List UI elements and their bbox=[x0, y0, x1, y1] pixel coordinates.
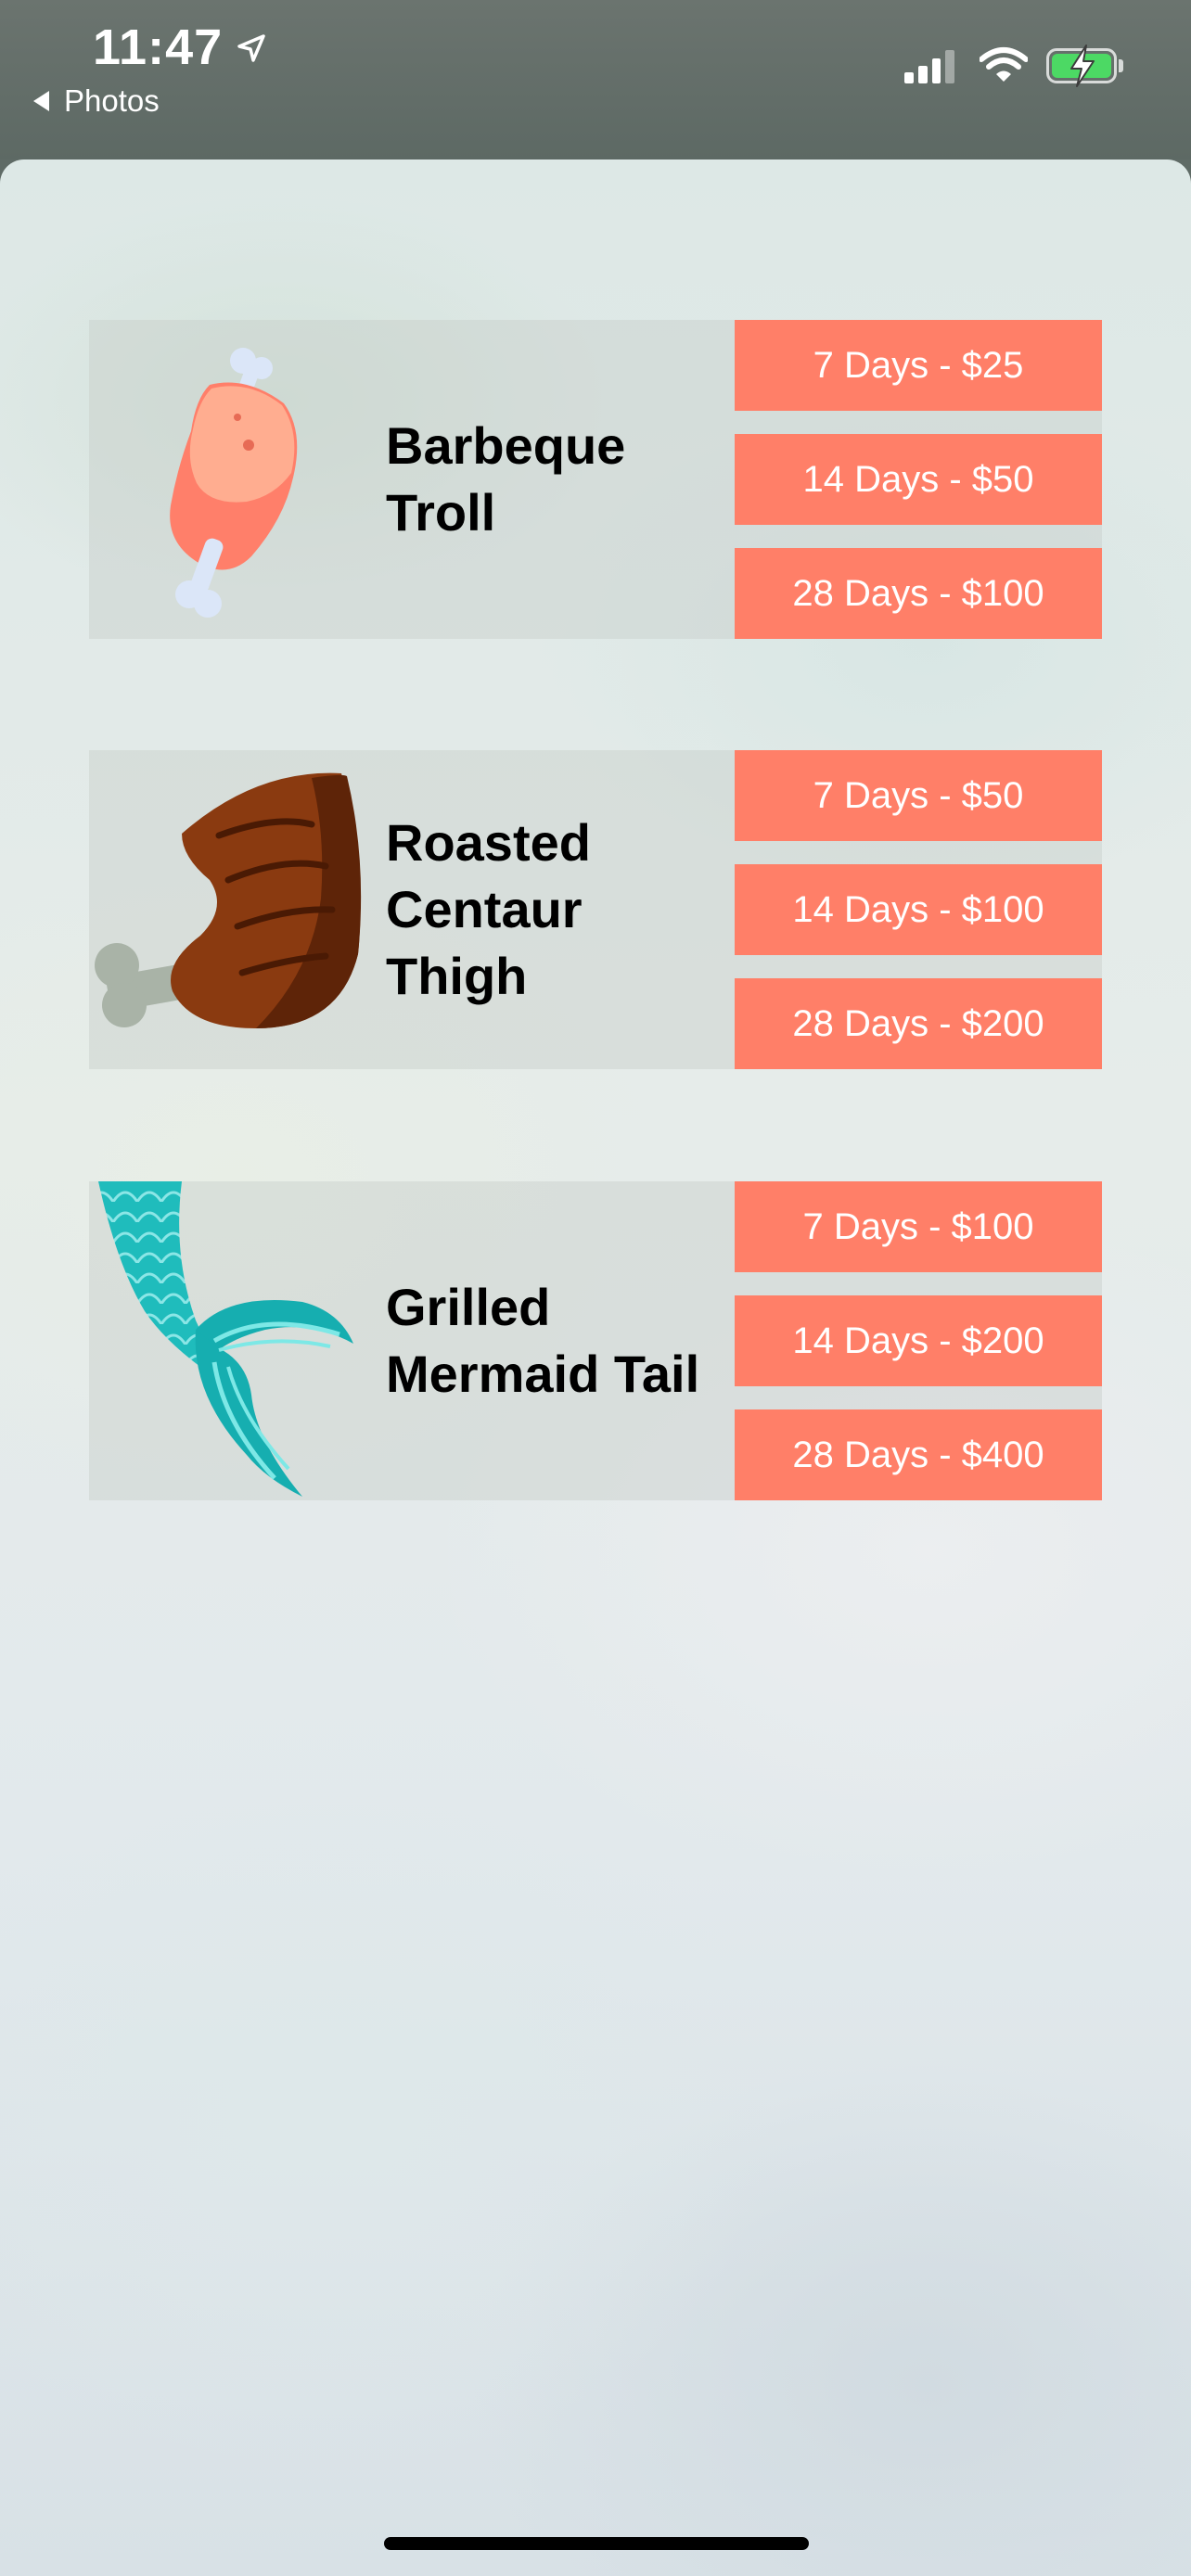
price-options: 7 Days - $50 14 Days - $100 28 Days - $2… bbox=[735, 750, 1102, 1069]
meat-drumstick-icon bbox=[89, 320, 386, 639]
battery-cap bbox=[1119, 59, 1123, 72]
price-option-button[interactable]: 7 Days - $100 bbox=[735, 1181, 1102, 1272]
menu-card-grilled-mermaid-tail: Grilled Mermaid Tail 7 Days - $100 14 Da… bbox=[89, 1181, 1102, 1500]
item-name: Barbeque Troll bbox=[386, 320, 729, 639]
menu-card-roasted-centaur-thigh: Roasted Centaur Thigh 7 Days - $50 14 Da… bbox=[89, 750, 1102, 1069]
price-options: 7 Days - $25 14 Days - $50 28 Days - $10… bbox=[735, 320, 1102, 639]
item-name-text: Roasted Centaur Thigh bbox=[386, 813, 591, 1005]
back-caret-icon bbox=[33, 91, 49, 111]
content-sheet: Barbeque Troll 7 Days - $25 14 Days - $5… bbox=[0, 159, 1191, 2576]
status-time: 11:47 bbox=[93, 19, 267, 76]
item-name: Roasted Centaur Thigh bbox=[386, 750, 729, 1069]
wifi-icon bbox=[979, 46, 1029, 88]
price-options: 7 Days - $100 14 Days - $200 28 Days - $… bbox=[735, 1181, 1102, 1500]
menu-card-barbeque-troll: Barbeque Troll 7 Days - $25 14 Days - $5… bbox=[89, 320, 1102, 639]
back-to-photos-link[interactable]: Photos bbox=[33, 83, 160, 119]
item-name-text: Grilled Mermaid Tail bbox=[386, 1278, 700, 1403]
price-option-button[interactable]: 28 Days - $200 bbox=[735, 978, 1102, 1069]
mermaid-tail-icon bbox=[89, 1181, 386, 1500]
location-arrow-icon bbox=[236, 19, 267, 76]
item-name-text: Barbeque Troll bbox=[386, 416, 626, 542]
roasted-leg-icon bbox=[89, 750, 386, 1069]
charging-bolt-icon bbox=[1064, 44, 1101, 93]
status-time-text: 11:47 bbox=[93, 19, 224, 75]
price-option-button[interactable]: 7 Days - $50 bbox=[735, 750, 1102, 841]
price-option-button[interactable]: 28 Days - $400 bbox=[735, 1409, 1102, 1500]
home-indicator[interactable] bbox=[384, 2537, 809, 2550]
status-bar: 11:47 Photos bbox=[0, 0, 1191, 159]
price-option-button[interactable]: 14 Days - $200 bbox=[735, 1295, 1102, 1386]
price-option-button[interactable]: 14 Days - $50 bbox=[735, 434, 1102, 525]
cellular-signal-icon bbox=[904, 50, 954, 83]
price-option-button[interactable]: 14 Days - $100 bbox=[735, 864, 1102, 955]
price-option-button[interactable]: 7 Days - $25 bbox=[735, 320, 1102, 411]
price-option-button[interactable]: 28 Days - $100 bbox=[735, 548, 1102, 639]
back-link-label: Photos bbox=[64, 83, 160, 118]
item-name: Grilled Mermaid Tail bbox=[386, 1181, 729, 1500]
